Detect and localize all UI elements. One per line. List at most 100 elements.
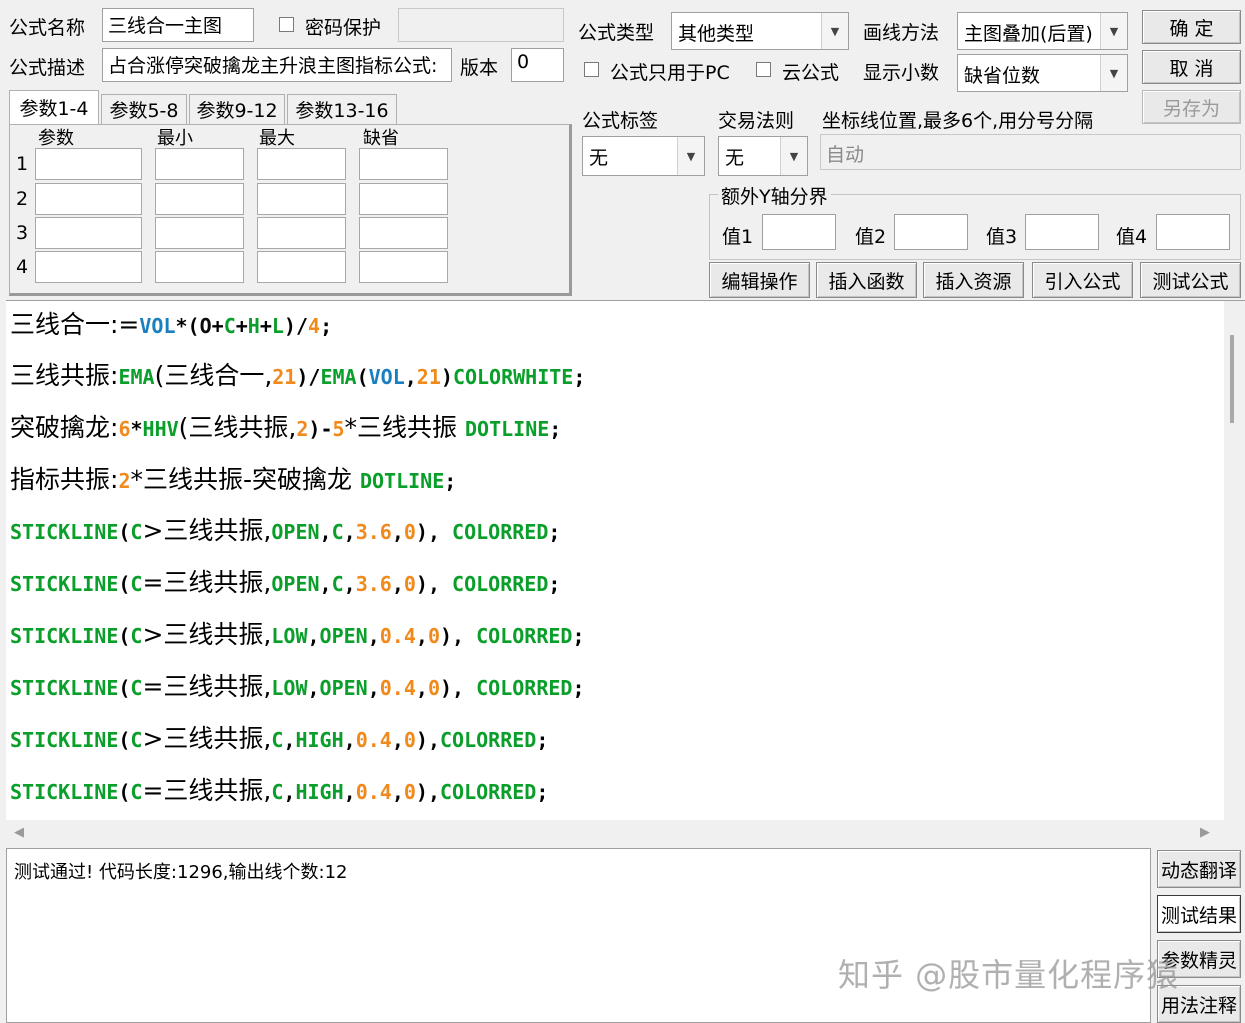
chevron-down-icon[interactable]: ▼ [1100,55,1127,91]
y-value-2-label: 值2 [855,226,887,248]
chevron-down-icon[interactable]: ▼ [1100,13,1127,49]
y-value-3-input[interactable] [1025,214,1099,250]
param-row-number: 4 [16,256,29,278]
param-default-input[interactable] [359,148,448,180]
code-token: STICKLINE [10,520,119,544]
param-name-input[interactable] [35,217,142,249]
insert-function-button[interactable]: 插入函数 [816,262,917,298]
chevron-down-icon[interactable]: ▼ [677,137,704,175]
ok-button[interactable]: 确 定 [1142,10,1241,44]
code-token: 3.6 [355,572,392,596]
vertical-scrollbar[interactable] [1224,301,1245,821]
code-line: 指标共振:2*三线共振-突破擒龙 DOTLINE; [10,460,456,496]
code-token: , [415,624,428,648]
code-token: =三线共振, [142,672,272,701]
param-min-input[interactable] [155,217,244,249]
formula-type-select[interactable]: 其他类型 ▼ [671,12,849,50]
code-token: VOL [368,365,405,389]
param-min-input[interactable] [155,148,244,180]
test-formula-button[interactable]: 测试公式 [1140,262,1241,298]
tab-params-5-8[interactable]: 参数5-8 [101,94,187,124]
code-token: ( [118,676,131,700]
test-output-panel: 测试通过! 代码长度:1296,输出线个数:12 [6,848,1151,1023]
code-editor[interactable]: 三线合一:=VOL*(O+C+H+L)/4; 三线共振:EMA(三线合一,21)/… [6,300,1245,848]
axis-position-input[interactable]: 自动 [820,134,1241,170]
code-token: C [130,520,143,544]
param-default-input[interactable] [359,217,448,249]
code-token: COLORRED [452,520,549,544]
code-line: STICKLINE(C>三线共振,OPEN,C,3.6,0), COLORRED… [10,511,560,547]
edit-operation-button[interactable]: 编辑操作 [709,262,810,298]
horizontal-scrollbar[interactable]: ◀ ▶ [6,820,1245,848]
insert-resource-button[interactable]: 插入资源 [923,262,1024,298]
code-token: ; [320,314,333,338]
param-max-input[interactable] [257,251,346,283]
param-header-param: 参数 [38,128,74,149]
param-header-default: 缺省 [363,128,399,149]
param-name-input[interactable] [35,148,142,180]
code-token: 0 [403,572,416,596]
formula-desc-input[interactable]: 占合涨停突破擒龙主升浪主图指标公式: [102,48,452,82]
code-line: 突破擒龙:6*HHV(三线共振,2)-5*三线共振 DOTLINE; [10,408,561,444]
code-token: ), [415,728,440,752]
tab-params-9-12[interactable]: 参数9-12 [189,94,285,124]
code-token: , [404,365,417,389]
code-token: HIGH [295,780,344,804]
code-token: , [283,728,296,752]
code-token: C [130,624,143,648]
version-input[interactable]: 0 [511,48,564,82]
formula-tag-select[interactable]: 无 ▼ [582,136,705,176]
trade-rule-value: 无 [725,147,745,169]
code-token: 0.4 [355,728,392,752]
param-max-input[interactable] [257,183,346,215]
param-min-input[interactable] [155,183,244,215]
code-token: COLORRED [452,572,549,596]
code-token: C [331,572,344,596]
dynamic-translate-button[interactable]: 动态翻译 [1157,850,1241,888]
formula-name-input[interactable]: 三线合一主图 [102,8,254,42]
param-name-input[interactable] [35,183,142,215]
code-token: (三线合一, [154,361,273,390]
code-token: STICKLINE [10,624,119,648]
tab-params-13-16[interactable]: 参数13-16 [287,94,397,124]
code-token: 21 [416,365,441,389]
code-token: C [223,314,236,338]
scrollbar-thumb[interactable] [1230,335,1234,423]
draw-method-select[interactable]: 主图叠加(后置) ▼ [957,12,1128,50]
param-min-input[interactable] [155,251,244,283]
y-value-4-input[interactable] [1156,214,1230,250]
cancel-button[interactable]: 取 消 [1142,50,1241,84]
param-name-input[interactable] [35,251,142,283]
test-result-button[interactable]: 测试结果 [1157,895,1241,933]
code-token: L [271,314,284,338]
code-token: ( [118,728,131,752]
y-value-2-input[interactable] [894,214,968,250]
import-formula-button[interactable]: 引入公式 [1032,262,1133,298]
pc-only-checkbox[interactable] [584,62,599,77]
cloud-formula-checkbox[interactable] [756,62,771,77]
chevron-down-icon[interactable]: ▼ [780,137,807,175]
code-token: 2 [296,417,309,441]
scroll-left-icon[interactable]: ◀ [14,825,24,840]
param-row-number: 2 [16,188,29,210]
code-token: ; [572,676,585,700]
code-token: EMA [320,365,357,389]
chevron-down-icon[interactable]: ▼ [821,13,848,49]
tab-params-1-4[interactable]: 参数1-4 [9,90,99,124]
draw-method-label: 画线方法 [863,22,940,44]
y-value-1-input[interactable] [762,214,836,250]
code-token: 0 [427,624,440,648]
code-token: 2 [118,469,131,493]
param-max-input[interactable] [257,217,346,249]
code-token: COLORWHITE [452,365,574,389]
decimals-select[interactable]: 缺省位数 ▼ [957,54,1128,92]
param-default-input[interactable] [359,183,448,215]
password-checkbox[interactable] [279,17,294,32]
param-max-input[interactable] [257,148,346,180]
code-line: 三线合一:=VOL*(O+C+H+L)/4; [10,305,332,341]
param-default-input[interactable] [359,251,448,283]
code-token: COLORRED [476,624,573,648]
save-as-button[interactable]: 另存为 [1142,90,1241,124]
scroll-right-icon[interactable]: ▶ [1200,825,1210,840]
trade-rule-select[interactable]: 无 ▼ [718,136,808,176]
